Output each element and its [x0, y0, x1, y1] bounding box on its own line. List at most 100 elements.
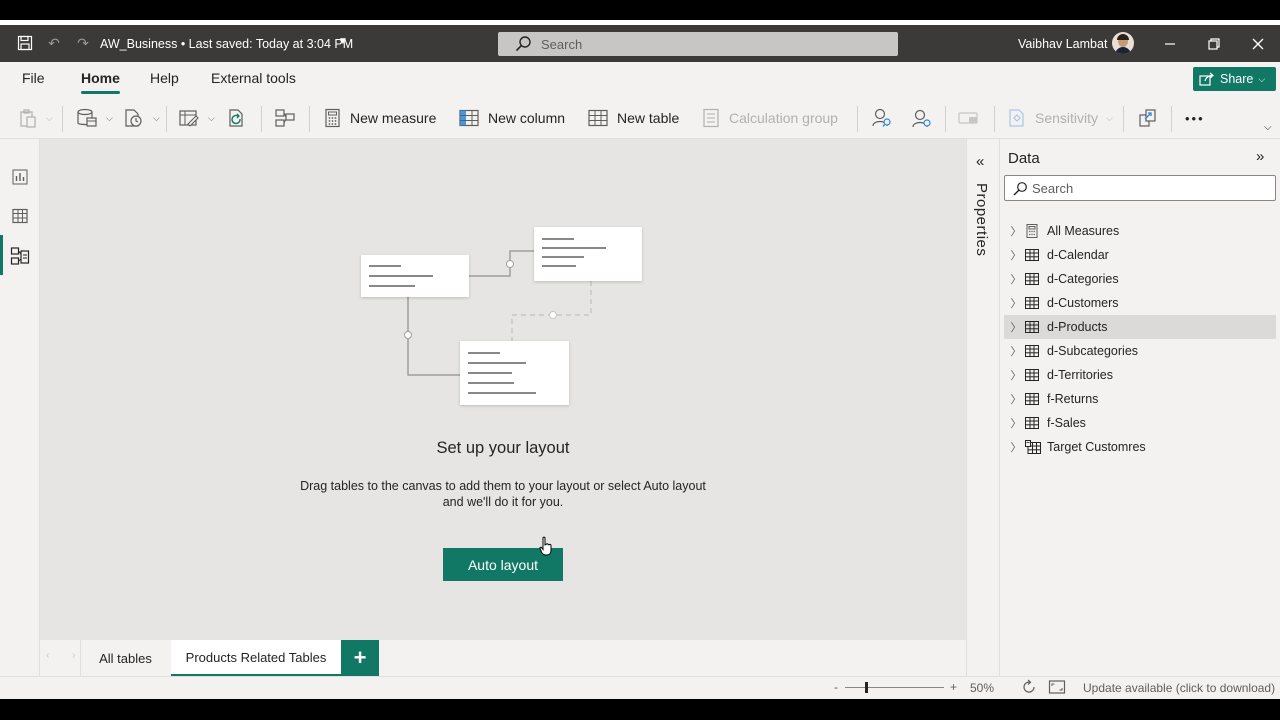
new-measure-button[interactable]: New measure [324, 104, 436, 132]
model-view-icon[interactable] [10, 246, 30, 266]
view-as-button[interactable] [910, 104, 932, 132]
avatar[interactable] [1112, 32, 1134, 54]
database-icon [77, 108, 97, 127]
calculator-icon [325, 108, 340, 128]
chevron-right-icon[interactable]: 〉 [1008, 271, 1024, 287]
active-view-indicator [0, 235, 3, 275]
data-search-input[interactable]: Search [1004, 175, 1276, 201]
zoom-in-button[interactable]: + [950, 680, 957, 694]
new-table-button[interactable]: New table [587, 104, 679, 132]
tab-products-related-tables[interactable]: Products Related Tables [171, 640, 341, 676]
calculated-table-icon [1025, 440, 1041, 454]
table-item-d-territories[interactable]: 〉 d-Territories [1004, 363, 1276, 387]
new-column-button[interactable]: New column [458, 104, 565, 132]
refresh-button[interactable] [227, 104, 247, 132]
chevron-right-icon[interactable]: 〉 [1008, 343, 1024, 359]
table-name: d-Subcategories [1047, 344, 1139, 358]
table-icon [1025, 368, 1041, 382]
chevron-down-icon: ⌵ [106, 112, 113, 123]
zoom-level[interactable]: 50% [970, 681, 994, 695]
restore-button[interactable] [1199, 33, 1229, 55]
chevron-down-icon[interactable]: ▼ [338, 36, 348, 47]
data-search-placeholder: Search [1032, 181, 1074, 196]
zoom-slider-thumb[interactable] [865, 682, 868, 693]
illustration-table-card [460, 341, 569, 405]
expand-properties-icon[interactable]: « [976, 153, 984, 170]
publish-share-button[interactable] [1137, 104, 1159, 132]
view-switcher [0, 139, 40, 699]
update-available-link[interactable]: Update available (click to download) [1083, 681, 1275, 695]
hand-cursor-icon [539, 536, 552, 556]
chevron-down-icon: ⌵ [153, 112, 160, 123]
chevron-right-icon[interactable]: 〉 [1008, 367, 1024, 383]
table-item-d-categories[interactable]: 〉 d-Categories [1004, 267, 1276, 291]
search-icon [1013, 182, 1027, 196]
chevron-right-icon[interactable]: 〉 [1008, 319, 1024, 335]
table-item-target-customres[interactable]: 〉 Target Customres [1004, 435, 1276, 459]
chevron-right-icon[interactable]: 〉 [1008, 391, 1024, 407]
calculation-group-button[interactable]: Calculation group [701, 104, 838, 132]
table-item-d-calendar[interactable]: 〉 d-Calendar [1004, 243, 1276, 267]
zoom-slider[interactable] [845, 682, 944, 693]
file-title: AW_Business • Last saved: Today at 3:04 … [100, 37, 354, 51]
report-view-icon[interactable] [10, 167, 30, 187]
close-button[interactable] [1243, 33, 1273, 55]
table-item-d-products[interactable]: 〉 d-Products [1004, 315, 1276, 339]
tab-external-tools[interactable]: External tools [211, 70, 296, 86]
chevron-down-icon: ⌵ [208, 112, 215, 123]
table-name: d-Customers [1047, 296, 1119, 310]
manage-roles-button[interactable] [871, 104, 893, 132]
table-icon [1025, 320, 1041, 334]
recent-sources-button[interactable]: ⌵ [123, 104, 160, 132]
table-item-f-sales[interactable]: 〉 f-Sales [1004, 411, 1276, 435]
layout-tabs-bar: ‹ › All tables Products Related Tables + [40, 640, 966, 676]
sensitivity-button[interactable]: Sensitivity ⌵ [1007, 104, 1113, 132]
zoom-out-button[interactable]: - [834, 680, 838, 694]
table-name: d-Categories [1047, 272, 1119, 286]
table-item-d-customers[interactable]: 〉 d-Customers [1004, 291, 1276, 315]
chevron-right-icon[interactable]: 〉 [1008, 223, 1024, 239]
transform-data-button[interactable]: ⌵ [178, 104, 215, 132]
model-canvas[interactable]: Set up your layout Drag tables to the ca… [40, 139, 966, 640]
more-options-button[interactable]: ••• [1185, 104, 1205, 132]
share-button[interactable]: Share ⌵ [1193, 67, 1276, 91]
reset-zoom-icon[interactable] [1020, 678, 1038, 699]
properties-label[interactable]: Properties [973, 183, 990, 256]
ribbon-collapse-chevron-icon[interactable]: ⌵ [1264, 122, 1272, 133]
title-search-box[interactable]: Search [498, 32, 898, 56]
relationships-icon [275, 109, 295, 127]
add-layout-button[interactable]: + [341, 640, 379, 676]
get-data-button[interactable]: ⌵ [76, 104, 113, 132]
recent-icon [125, 109, 142, 127]
table-icon [1025, 248, 1041, 262]
collapse-data-pane-icon[interactable]: » [1256, 148, 1264, 165]
manage-relationships-button[interactable] [274, 104, 296, 132]
chevron-down-icon: ⌵ [1106, 112, 1113, 123]
fit-to-screen-icon[interactable] [1048, 679, 1066, 698]
table-item-all-measures[interactable]: 〉 All Measures [1004, 219, 1276, 243]
chevron-right-icon[interactable]: 〉 [1008, 439, 1024, 455]
new-measure-label: New measure [350, 110, 437, 126]
table-item-f-returns[interactable]: 〉 f-Returns [1004, 387, 1276, 411]
table-view-icon[interactable] [10, 206, 30, 226]
tab-help[interactable]: Help [150, 70, 179, 86]
table-item-d-subcategories[interactable]: 〉 d-Subcategories [1004, 339, 1276, 363]
publish-button[interactable] [957, 104, 979, 132]
power-bi-window: ↶ ↷ AW_Business • Last saved: Today at 3… [0, 20, 1280, 699]
status-bar: - + 50% Update available (click to downl… [0, 676, 1280, 699]
table-icon [1025, 392, 1041, 406]
undo-icon[interactable]: ↶ [45, 34, 63, 52]
save-icon[interactable] [16, 34, 34, 52]
chevron-right-icon[interactable]: 〉 [1008, 415, 1024, 431]
chevron-right-icon[interactable]: 〉 [1008, 295, 1024, 311]
transform-data-icon [179, 110, 199, 127]
minimize-button[interactable] [1155, 33, 1185, 55]
chevron-right-icon[interactable]: 〉 [1008, 247, 1024, 263]
tab-all-tables[interactable]: All tables [80, 640, 170, 676]
ribbon-tabs: File Home Help External tools Share ⌵ [0, 62, 1280, 96]
measure-table-icon [1025, 224, 1041, 238]
redo-icon[interactable]: ↷ [74, 34, 92, 52]
paste-button[interactable]: ⌵ [18, 104, 53, 132]
tab-file[interactable]: File [22, 70, 45, 86]
tab-home[interactable]: Home [81, 70, 120, 94]
